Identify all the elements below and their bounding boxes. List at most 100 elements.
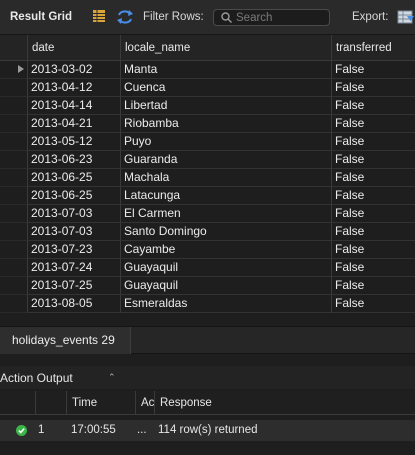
column-header-date[interactable]: date [28, 35, 121, 61]
output-row-number: 1 [38, 424, 45, 436]
export-icon[interactable] [397, 9, 414, 25]
cell-locale-name[interactable]: Santo Domingo [121, 223, 332, 241]
table-row[interactable]: 2013-04-21 Riobamba False [0, 115, 415, 133]
output-row-time: 17:00:55 [71, 424, 116, 436]
result-tab-bar: holidays_events 29 [0, 326, 415, 354]
output-row-action: ... [137, 424, 147, 436]
row-gutter[interactable] [0, 115, 28, 133]
row-gutter[interactable] [0, 277, 28, 295]
row-gutter[interactable] [0, 259, 28, 277]
grid-header-gutter [0, 35, 28, 61]
cell-transferred[interactable]: False [332, 61, 415, 79]
output-header-number [35, 391, 66, 415]
action-output-title: Action Output [0, 371, 73, 385]
cell-locale-name[interactable]: Esmeraldas [121, 295, 332, 313]
grid-view-icon[interactable] [92, 9, 108, 25]
cell-date[interactable]: 2013-07-25 [28, 277, 121, 295]
chevron-updown-icon[interactable]: ⌃ [108, 372, 116, 383]
row-gutter[interactable] [0, 295, 28, 313]
cell-locale-name[interactable]: Manta [121, 61, 332, 79]
cell-date[interactable]: 2013-04-14 [28, 97, 121, 115]
cell-transferred[interactable]: False [332, 277, 415, 295]
column-header-locale-name[interactable]: locale_name [121, 35, 332, 61]
result-grid: date locale_name transferred 2013-03-02 M… [0, 35, 415, 313]
cell-locale-name[interactable]: Cayambe [121, 241, 332, 259]
cell-date[interactable]: 2013-04-12 [28, 79, 121, 97]
cell-transferred[interactable]: False [332, 169, 415, 187]
cell-date[interactable]: 2013-06-25 [28, 169, 121, 187]
cell-locale-name[interactable]: Guaranda [121, 151, 332, 169]
cell-date[interactable]: 2013-06-25 [28, 187, 121, 205]
row-gutter[interactable] [0, 223, 28, 241]
row-gutter[interactable] [0, 61, 28, 79]
row-gutter[interactable] [0, 187, 28, 205]
cell-transferred[interactable]: False [332, 97, 415, 115]
cell-date[interactable]: 2013-07-23 [28, 241, 121, 259]
row-gutter[interactable] [0, 205, 28, 223]
table-row[interactable]: 2013-07-23 Cayambe False [0, 241, 415, 259]
cell-locale-name[interactable]: Cuenca [121, 79, 332, 97]
output-header-time[interactable]: Time [66, 391, 135, 415]
table-row[interactable]: 2013-06-23 Guaranda False [0, 151, 415, 169]
current-row-arrow-icon [18, 65, 24, 73]
row-gutter[interactable] [0, 169, 28, 187]
tab-holidays-events[interactable]: holidays_events 29 [0, 327, 131, 354]
row-gutter[interactable] [0, 133, 28, 151]
table-row[interactable]: 2013-04-12 Cuenca False [0, 79, 415, 97]
table-row[interactable]: 2013-08-05 Esmeraldas False [0, 295, 415, 313]
result-grid-toolbar: Result Grid Filter Rows: Export: [0, 0, 415, 35]
refresh-icon[interactable] [116, 9, 133, 25]
cell-locale-name[interactable]: Machala [121, 169, 332, 187]
cell-date[interactable]: 2013-08-05 [28, 295, 121, 313]
cell-locale-name[interactable]: Riobamba [121, 115, 332, 133]
table-row[interactable]: 2013-07-03 Santo Domingo False [0, 223, 415, 241]
table-row[interactable]: 2013-04-14 Libertad False [0, 97, 415, 115]
search-icon [221, 12, 232, 23]
cell-date[interactable]: 2013-07-03 [28, 205, 121, 223]
row-gutter[interactable] [0, 241, 28, 259]
column-header-transferred[interactable]: transferred [332, 35, 415, 61]
filter-search-box[interactable] [213, 9, 330, 26]
output-header-response[interactable]: Response [154, 391, 415, 415]
cell-transferred[interactable]: False [332, 79, 415, 97]
table-row[interactable]: 2013-03-02 Manta False [0, 61, 415, 79]
cell-transferred[interactable]: False [332, 205, 415, 223]
cell-transferred[interactable]: False [332, 259, 415, 277]
cell-date[interactable]: 2013-06-23 [28, 151, 121, 169]
table-row[interactable]: 2013-07-25 Guayaquil False [0, 277, 415, 295]
row-gutter[interactable] [0, 151, 28, 169]
table-row[interactable]: 2013-06-25 Machala False [0, 169, 415, 187]
cell-locale-name[interactable]: Puyo [121, 133, 332, 151]
cell-locale-name[interactable]: Guayaquil [121, 259, 332, 277]
row-gutter[interactable] [0, 97, 28, 115]
filter-search-input[interactable] [236, 10, 326, 25]
result-grid-title: Result Grid [10, 11, 72, 23]
cell-transferred[interactable]: False [332, 133, 415, 151]
action-output-bar[interactable]: Action Output ⌃ [0, 366, 415, 389]
cell-transferred[interactable]: False [332, 223, 415, 241]
cell-date[interactable]: 2013-07-24 [28, 259, 121, 277]
grid-header: date locale_name transferred [0, 35, 415, 61]
table-row[interactable]: 2013-06-25 Latacunga False [0, 187, 415, 205]
cell-transferred[interactable]: False [332, 241, 415, 259]
cell-locale-name[interactable]: Guayaquil [121, 277, 332, 295]
action-output-header: Time Ac Response [0, 391, 415, 415]
cell-locale-name[interactable]: Libertad [121, 97, 332, 115]
table-row[interactable]: 2013-05-12 Puyo False [0, 133, 415, 151]
cell-transferred[interactable]: False [332, 295, 415, 313]
cell-locale-name[interactable]: Latacunga [121, 187, 332, 205]
table-row[interactable]: 2013-07-03 El Carmen False [0, 205, 415, 223]
filter-rows-label: Filter Rows: [143, 11, 204, 23]
cell-transferred[interactable]: False [332, 151, 415, 169]
cell-transferred[interactable]: False [332, 187, 415, 205]
cell-locale-name[interactable]: El Carmen [121, 205, 332, 223]
cell-date[interactable]: 2013-05-12 [28, 133, 121, 151]
table-row[interactable]: 2013-07-24 Guayaquil False [0, 259, 415, 277]
cell-date[interactable]: 2013-07-03 [28, 223, 121, 241]
cell-transferred[interactable]: False [332, 115, 415, 133]
cell-date[interactable]: 2013-04-21 [28, 115, 121, 133]
action-output-row[interactable]: 1 17:00:55 ... 114 row(s) returned [0, 420, 415, 441]
cell-date[interactable]: 2013-03-02 [28, 61, 121, 79]
output-header-action[interactable]: Ac [135, 391, 154, 415]
row-gutter[interactable] [0, 79, 28, 97]
